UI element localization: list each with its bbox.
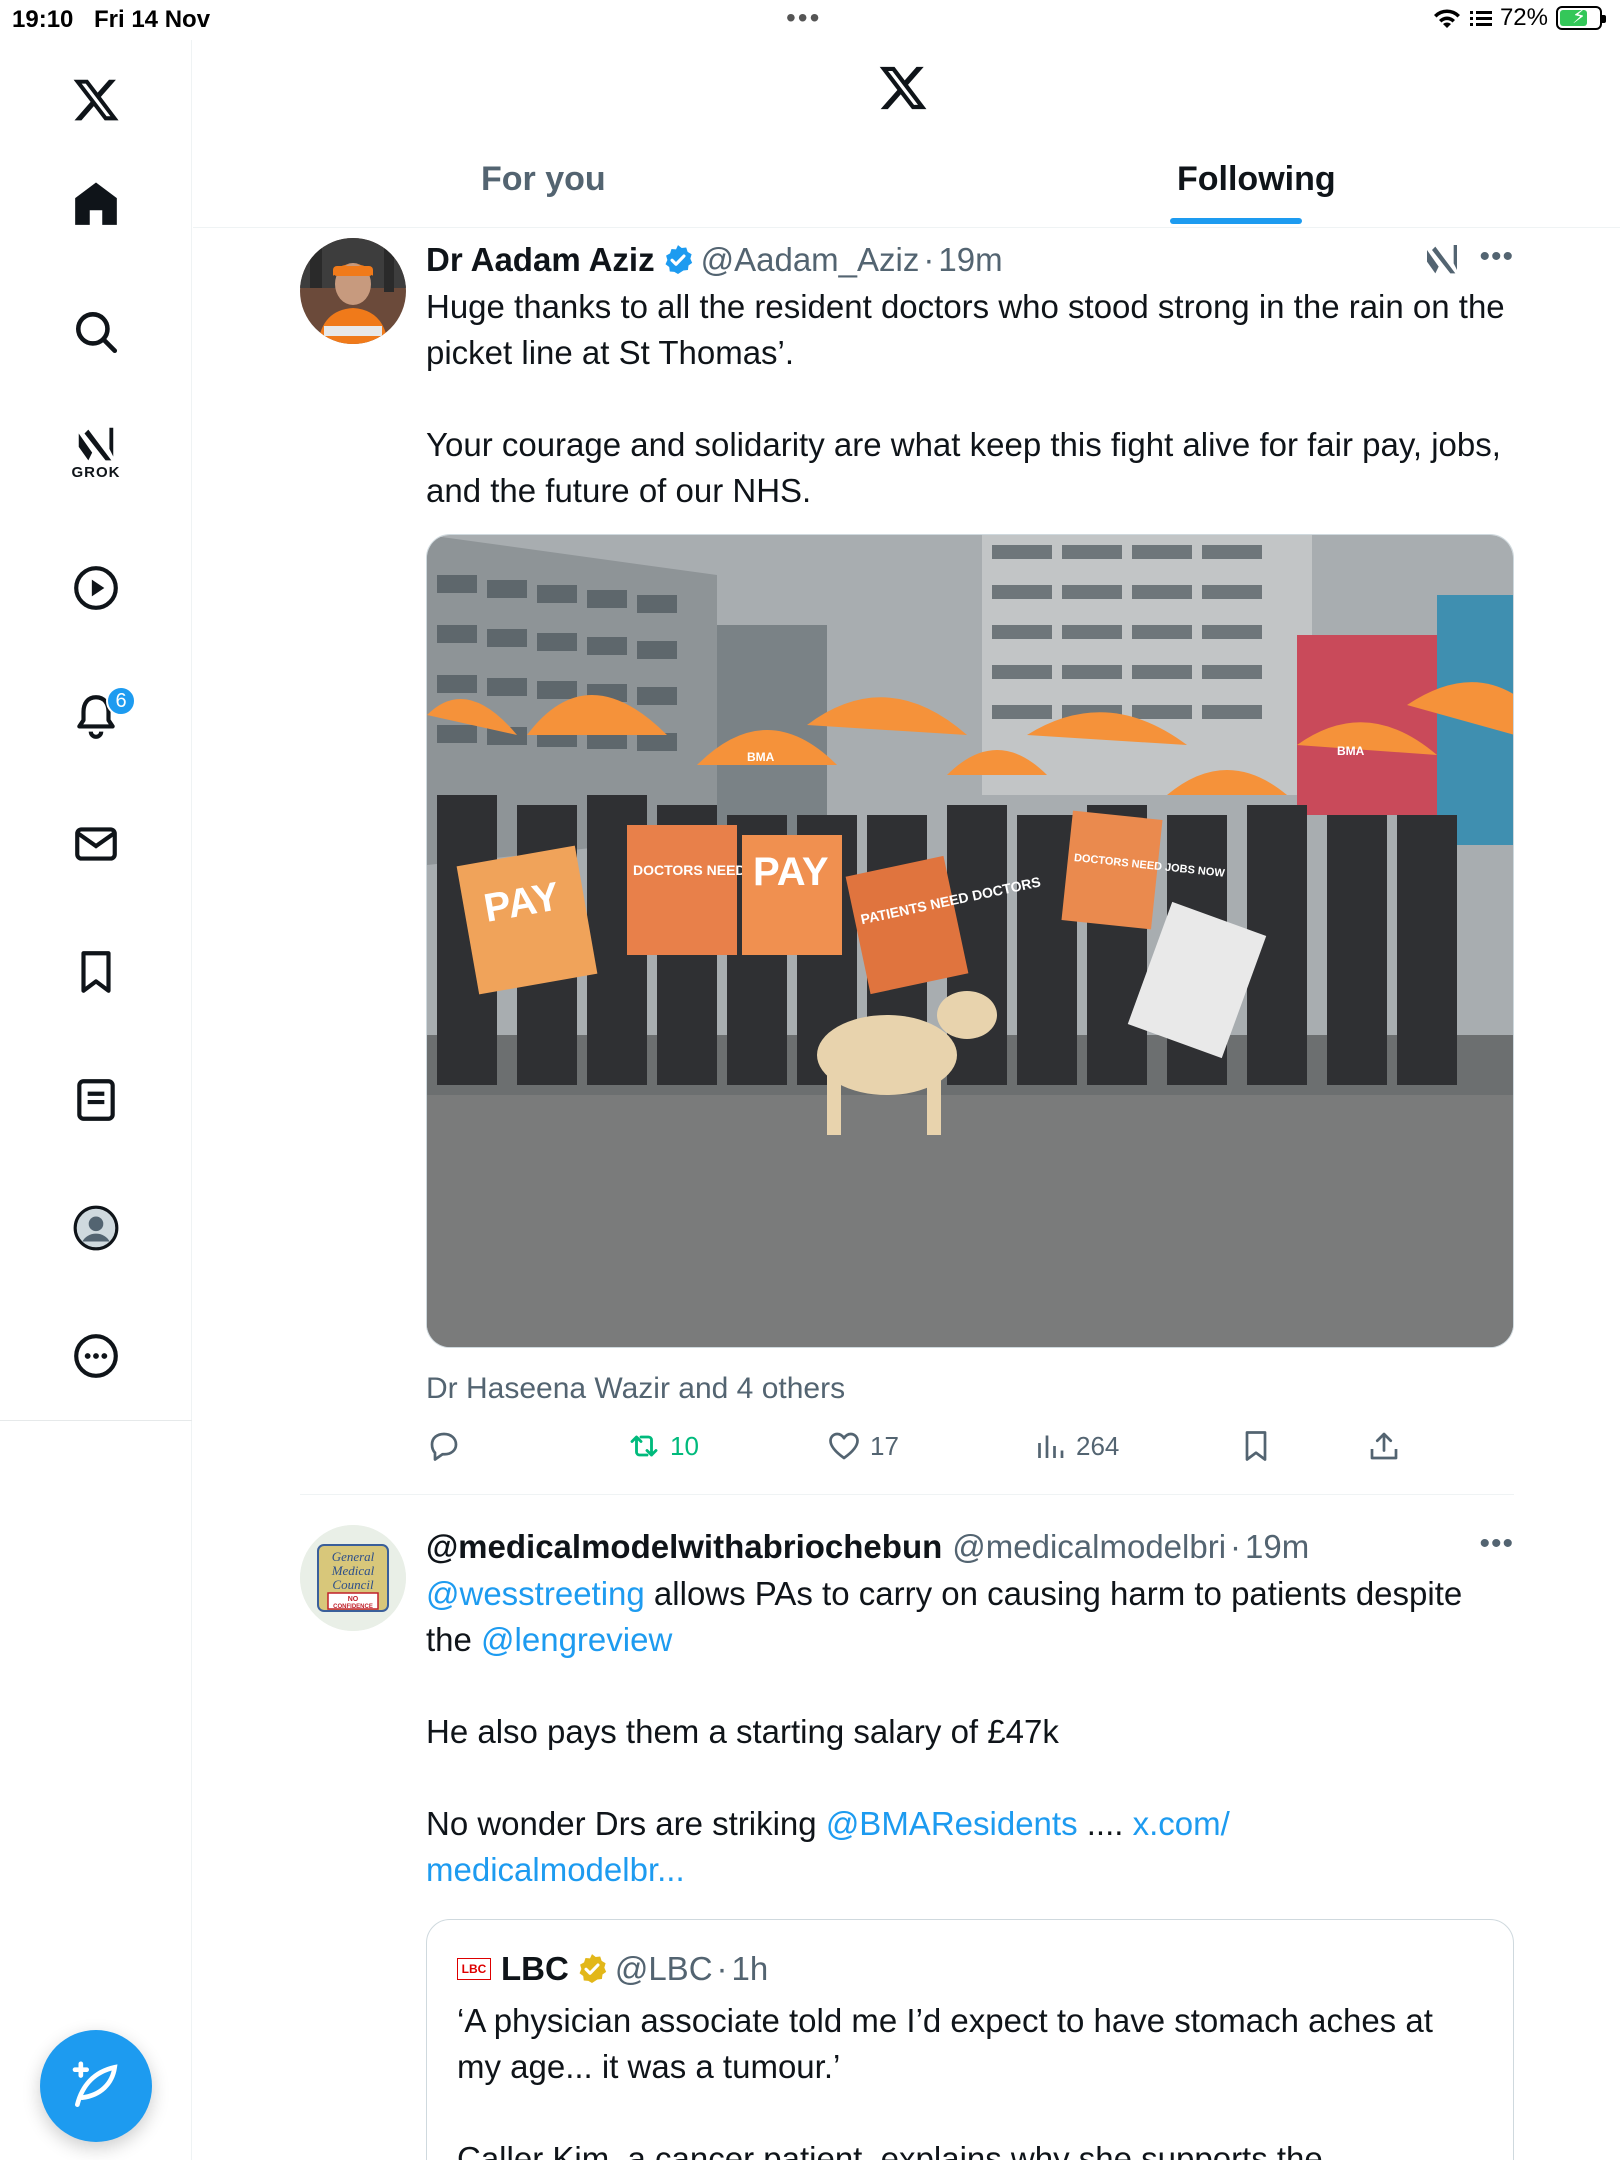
tweet-text: Huge thanks to all the resident doctors … [426,288,1505,509]
focus-list-icon [1469,11,1492,26]
charging-bolt-icon: ⚡ [1571,6,1587,28]
x-logo-icon[interactable] [877,62,929,114]
compose-button[interactable] [40,2030,152,2142]
timestamp[interactable]: 19m [938,241,1002,279]
mention-link[interactable]: @BMAResidents [826,1805,1078,1842]
tweet-body: Dr Aadam Aziz @Aadam_Aziz · 19m ••• Huge… [426,238,1514,1478]
notifications-badge: 6 [106,686,136,716]
umbrella-text: BMA [747,750,775,764]
mention-link[interactable]: @wesstreeting [426,1575,645,1612]
tweet-divider [300,1494,1514,1495]
messages-icon[interactable] [62,810,130,878]
share-button[interactable] [1366,1428,1402,1464]
view-count: 264 [1076,1430,1120,1461]
tagged-users[interactable]: Dr Haseena Wazir and 4 others [426,1372,1514,1406]
reply-button[interactable] [426,1428,462,1464]
more-icon[interactable] [62,1322,130,1390]
display-name[interactable]: @medicalmodelwithabriochebun [426,1528,942,1566]
repost-count: 10 [670,1430,699,1461]
sign-text: PAY [753,850,829,894]
active-tab-indicator [1170,218,1302,224]
tweet-text-part: No wonder Drs are striking [426,1805,826,1842]
bookmark-icon [1245,1431,1267,1461]
heart-icon [829,1432,859,1460]
tweet[interactable]: General Medical Council NO CONFIDENCE @m… [300,1525,1514,2160]
profile-icon[interactable] [62,1194,130,1262]
status-date: Fri 14 Nov [94,6,211,33]
tweet-header: @medicalmodelwithabriochebun @medicalmod… [426,1525,1514,1569]
tab-for-you[interactable]: For you [481,160,606,199]
repost-button[interactable]: 10 [626,1428,699,1464]
status-bar: 19:10 Fri 14 Nov ••• 72% ⚡ [0,0,1620,40]
tweet-text-part: He also pays them a starting salary of £… [426,1713,1059,1750]
tweet-text-part: .... [1077,1805,1133,1842]
search-icon[interactable] [62,298,130,366]
views-button[interactable]: 264 [1032,1428,1119,1464]
display-name[interactable]: Dr Aadam Aziz [426,241,655,279]
tweet-text: @wesstreeting allows PAs to carry on cau… [426,1571,1514,1893]
quote-timestamp[interactable]: 1h [732,1950,769,1988]
x-logo-icon[interactable] [62,66,130,134]
tweet-header: Dr Aadam Aziz @Aadam_Aziz · 19m ••• [426,238,1514,282]
status-indicators: 72% ⚡ [1432,4,1606,32]
timeline-header: For you Following [193,40,1620,228]
quote-header: LBC LBC @LBC · 1h [457,1950,1483,1988]
tweet-body: @medicalmodelwithabriochebun @medicalmod… [426,1525,1514,2160]
tweet-photo[interactable]: BMA BMA PAY DOCTORS NEED JOBS PAY PATIEN… [426,534,1514,1348]
grok-label: GROK [71,464,121,481]
handle[interactable]: @Aadam_Aziz [701,241,920,279]
like-count: 17 [870,1430,899,1461]
quote-display-name[interactable]: LBC [501,1950,569,1988]
battery-percent: 72% [1499,4,1548,31]
status-time: 19:10 [12,6,74,33]
bookmark-button[interactable] [1238,1428,1274,1464]
tab-following[interactable]: Following [1177,160,1336,199]
timestamp[interactable]: 19m [1245,1528,1309,1566]
avatar[interactable]: General Medical Council NO CONFIDENCE [300,1525,406,1631]
notifications-icon[interactable]: 6 [62,682,136,750]
wifi-icon [1433,9,1460,28]
separator-dot: · [1230,1528,1242,1565]
quote-text: ‘A physician associate told me I’d expec… [457,2002,1433,2160]
multitasking-dots-icon[interactable]: ••• [786,2,821,34]
more-options-icon[interactable]: ••• [1479,240,1514,274]
handle[interactable]: @medicalmodelbri [952,1528,1226,1566]
tweet[interactable]: Dr Aadam Aziz @Aadam_Aziz · 19m ••• Huge… [300,238,1514,1478]
lbc-logo: LBC [457,1958,491,1980]
protest-photo: BMA BMA PAY DOCTORS NEED JOBS PAY PATIEN… [427,535,1513,1347]
battery-icon: ⚡ [1556,6,1606,30]
avatar-text: Council [332,1577,374,1592]
reply-icon [430,1432,458,1461]
umbrella-text: BMA [1337,744,1365,758]
mention-link[interactable]: @lengreview [481,1621,672,1658]
quote-handle[interactable]: @LBC [615,1950,713,1988]
compose-icon [72,2061,118,2107]
like-button[interactable]: 17 [826,1428,899,1464]
verified-gold-badge-icon [579,1954,606,1984]
sidebar: GROK 6 [0,40,192,2160]
more-options-icon[interactable]: ••• [1479,1527,1514,1561]
repost-icon [630,1435,658,1457]
tweet-actions: 10 17 264 [426,1428,1514,1478]
share-icon [1370,1432,1398,1460]
separator-dot: · [716,1950,728,1987]
grok-icon[interactable]: GROK [62,420,130,488]
video-icon[interactable] [62,554,130,622]
grok-icon[interactable] [1422,240,1462,280]
sidebar-divider [0,1420,192,1421]
analytics-icon [1038,1435,1064,1458]
avatar-text: CONFIDENCE [333,1604,373,1610]
bookmarks-icon[interactable] [62,938,130,1006]
quote-tweet[interactable]: LBC LBC @LBC · 1h ‘A physician associate… [426,1919,1514,2160]
avatar-text: NO [348,1596,359,1603]
avatar-text: General [332,1549,375,1564]
home-icon[interactable] [62,170,130,238]
lists-icon[interactable] [62,1066,130,1134]
avatar[interactable] [300,238,406,344]
verified-badge-icon [665,245,692,275]
avatar-text: Medical [331,1563,375,1578]
separator-dot: · [923,241,935,278]
